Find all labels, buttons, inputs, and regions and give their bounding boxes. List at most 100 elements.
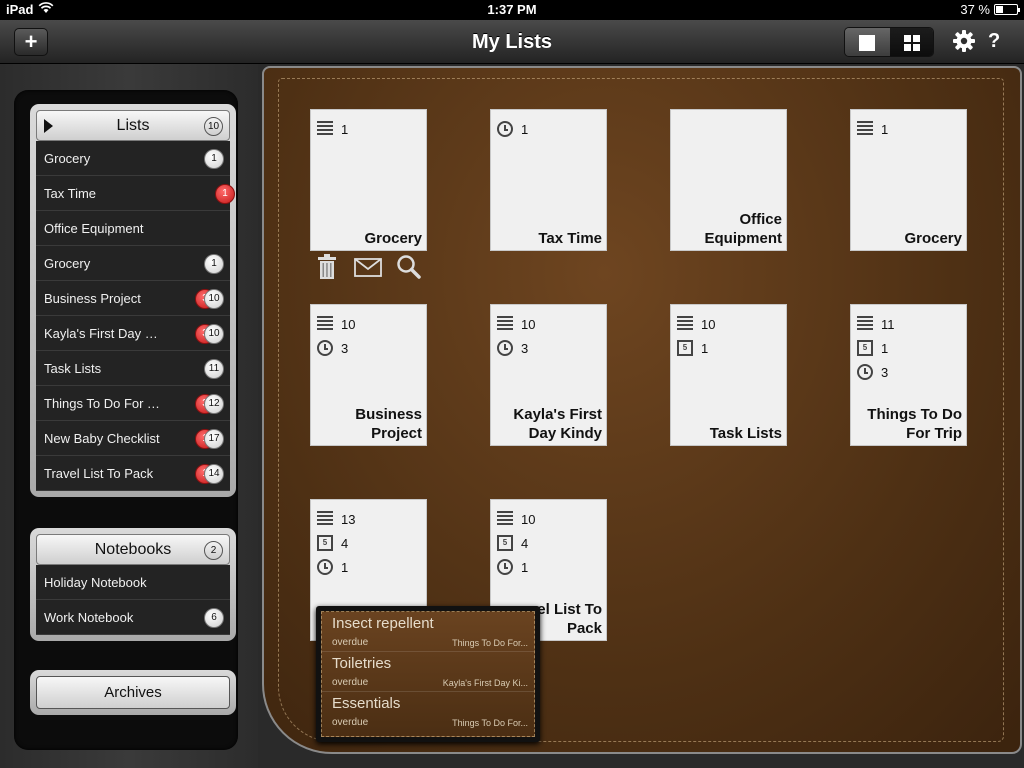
overdue-item-list: Things To Do For... xyxy=(452,638,528,648)
lists-header[interactable]: Lists 10 xyxy=(36,110,230,141)
list-card[interactable]: 11 5 1 3 Things To Do For Trip xyxy=(850,304,967,446)
calendar-icon: 5 xyxy=(677,340,693,356)
alarm-clock-icon xyxy=(497,559,513,575)
notebook-item-label: Holiday Notebook xyxy=(44,575,147,590)
search-icon[interactable] xyxy=(396,254,422,285)
card-stat-value: 1 xyxy=(881,121,889,137)
single-view-button[interactable] xyxy=(845,28,890,56)
card-title: Things To Do For Trip xyxy=(852,405,962,443)
notebook-item[interactable]: Work Notebook 6 xyxy=(36,600,230,635)
card-stats: 10 3 xyxy=(497,312,535,360)
overdue-item[interactable]: Toiletries overdue Kayla's First Day Ki... xyxy=(322,652,534,692)
list-card[interactable]: 10 3 Kayla's First Day Kindy xyxy=(490,304,607,446)
card-title-line: Day Kindy xyxy=(528,425,602,442)
card-stat-value: 13 xyxy=(341,511,356,527)
item-count-badge: 1 xyxy=(204,149,224,169)
disclosure-arrow-icon xyxy=(44,119,53,133)
card-stat-value: 1 xyxy=(701,340,709,356)
card-title-line: Task Lists xyxy=(709,425,782,442)
list-card[interactable]: 1 Grocery xyxy=(850,109,967,251)
sidebar: Lists 10 Grocery 1 Tax Time 1 Office Equipme… xyxy=(0,64,258,768)
overdue-item-status: overdue xyxy=(332,677,369,688)
mail-icon[interactable] xyxy=(354,258,382,282)
list-card[interactable]: Office Equipment xyxy=(670,109,787,251)
card-stat-value: 4 xyxy=(521,535,529,551)
card-title-line: Equipment xyxy=(704,230,783,247)
card-stat: 3 xyxy=(857,360,895,384)
notebooks-header[interactable]: Notebooks 2 xyxy=(36,534,230,565)
list-item[interactable]: Task Lists 11 xyxy=(36,351,230,386)
overdue-item-list: Things To Do For... xyxy=(452,718,528,728)
card-title-line: For Trip xyxy=(906,425,962,442)
card-stat: 54 xyxy=(317,531,355,555)
alarm-clock-icon xyxy=(317,340,333,356)
list-item-badges: 171 xyxy=(195,429,224,449)
card-title-line: Office xyxy=(739,211,782,228)
card-stats: 13 5 4 1 xyxy=(317,507,355,579)
card-stat: 10 xyxy=(497,312,535,336)
card-stats: 10 5 1 xyxy=(677,312,715,360)
list-item[interactable]: Business Project 103 xyxy=(36,281,230,316)
archives-button[interactable]: Archives xyxy=(36,676,230,709)
help-button[interactable]: ? xyxy=(988,30,1000,53)
card-stats: 11 5 1 3 xyxy=(857,312,895,384)
card-stat: 3 xyxy=(497,336,535,360)
list-item[interactable]: Grocery 1 xyxy=(36,141,230,176)
list-card[interactable]: 10 3 Business Project xyxy=(310,304,427,446)
list-item[interactable]: Tax Time 1 xyxy=(36,176,235,211)
list-item[interactable]: Things To Do For Trip 123 xyxy=(36,386,230,421)
card-stat-value: 1 xyxy=(341,121,349,137)
overdue-item-title: Toiletries xyxy=(332,655,392,672)
alarm-clock-icon xyxy=(497,340,513,356)
calendar-icon: 5 xyxy=(317,535,333,551)
clock: 1:37 PM xyxy=(487,2,537,17)
list-lines-icon xyxy=(677,316,693,332)
battery-percentage: 37 % xyxy=(960,2,990,17)
list-card[interactable]: 1 Grocery xyxy=(310,109,427,251)
card-title-line: Project xyxy=(371,425,422,442)
list-lines-icon xyxy=(857,316,873,332)
list-item[interactable]: Office Equipment xyxy=(36,211,230,246)
list-lines-icon xyxy=(857,121,873,137)
card-stat: 1 xyxy=(857,117,888,141)
list-card[interactable]: 10 5 1 Task Lists xyxy=(670,304,787,446)
lists-panel: Lists 10 Grocery 1 Tax Time 1 Office Equipme… xyxy=(30,104,236,497)
item-count-badge: 1 xyxy=(204,254,224,274)
card-title: Office Equipment xyxy=(672,210,783,248)
lists-header-label: Lists xyxy=(116,117,150,134)
list-item[interactable]: New Baby Checklist 171 xyxy=(36,421,230,456)
card-title-line: Grocery xyxy=(364,230,422,247)
card-title-line: Grocery xyxy=(904,230,962,247)
item-count-badge: 10 xyxy=(204,324,224,344)
card-stat: 1 xyxy=(497,555,535,579)
card-title: Grocery xyxy=(312,229,422,248)
notebook-item-label: Work Notebook xyxy=(44,610,134,625)
card-stats: 1 xyxy=(857,117,888,141)
sidebar-tray: Lists 10 Grocery 1 Tax Time 1 Office Equipme… xyxy=(14,90,238,750)
list-item[interactable]: Grocery 1 xyxy=(36,246,230,281)
card-stat: 13 xyxy=(317,507,355,531)
trash-icon[interactable] xyxy=(316,254,338,285)
notebook-item[interactable]: Holiday Notebook xyxy=(36,565,230,600)
card-stat-value: 4 xyxy=(341,535,349,551)
list-card[interactable]: 1 Tax Time xyxy=(490,109,607,251)
card-stat: 1 xyxy=(497,117,528,141)
card-stat-value: 1 xyxy=(341,559,349,575)
overdue-item-status: overdue xyxy=(332,637,369,648)
card-title: Tax Time xyxy=(492,229,602,248)
list-item[interactable]: Travel List To Pack 141 xyxy=(36,456,230,491)
settings-gear-icon[interactable] xyxy=(952,29,976,53)
overdue-item[interactable]: Insect repellent overdue Things To Do For.… xyxy=(322,612,534,652)
item-count-badge: 6 xyxy=(204,608,224,628)
grid-view-button[interactable] xyxy=(890,28,933,56)
item-count-badge: 14 xyxy=(204,464,224,484)
card-title: Task Lists xyxy=(672,424,782,443)
overdue-item[interactable]: Essentials overdue Things To Do For... xyxy=(322,692,534,732)
status-bar: iPad 1:37 PM 37 % xyxy=(0,0,1024,20)
card-stat: 11 xyxy=(857,312,895,336)
calendar-icon: 5 xyxy=(497,535,513,551)
list-item[interactable]: Kayla's First Day Kindy 103 xyxy=(36,316,230,351)
card-title-line: Business xyxy=(355,406,422,423)
list-lines-icon xyxy=(317,511,333,527)
item-count-badge: 11 xyxy=(204,359,224,379)
